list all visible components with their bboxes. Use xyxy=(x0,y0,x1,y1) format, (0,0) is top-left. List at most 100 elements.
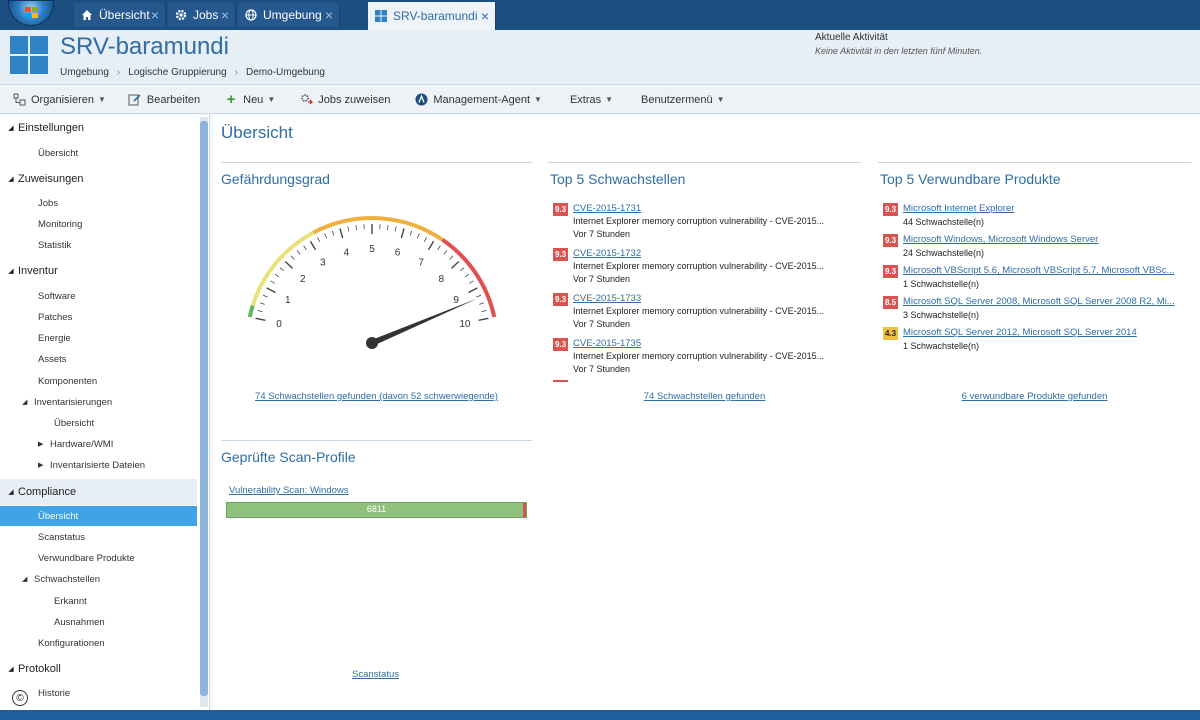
sidebar-item-compliance-overview[interactable]: Übersicht xyxy=(0,506,197,526)
gauge-minor-tick xyxy=(257,310,263,313)
product-link[interactable]: Microsoft VBScript 5.6, Microsoft VBScri… xyxy=(903,265,1193,276)
new-button[interactable]: + Neu ▼ xyxy=(218,86,281,114)
tab-environment[interactable]: Umgebung × xyxy=(238,3,340,27)
sidebar-item-assets[interactable]: Assets xyxy=(38,349,67,369)
sidebar-section-assignments[interactable]: ◢ Zuweisungen xyxy=(0,168,197,190)
sidebar-item-software[interactable]: Software xyxy=(38,286,76,306)
cve-age: Vor 7 Stunden xyxy=(573,274,631,284)
product-link[interactable]: Microsoft Internet Explorer xyxy=(903,203,1193,214)
expanded-arrow-icon: ◢ xyxy=(22,399,28,406)
gauge-minor-tick xyxy=(481,310,487,313)
scan-status-link[interactable]: Scanstatus xyxy=(352,669,399,680)
breadcrumb-item[interactable]: Umgebung xyxy=(60,67,109,78)
all-vulnerabilities-link[interactable]: 74 Schwachstellen gefunden xyxy=(548,391,861,402)
product-link[interactable]: Microsoft Windows, Microsoft Windows Ser… xyxy=(903,234,1193,245)
gauge-minor-tick xyxy=(270,280,276,284)
sidebar-section-inventory[interactable]: ◢ Inventur xyxy=(0,260,197,282)
sidebar-section-compliance[interactable]: ◢ Compliance xyxy=(0,481,197,503)
page-title: SRV-baramundi xyxy=(60,33,229,60)
sidebar-item-inventory-overview[interactable]: Übersicht xyxy=(54,413,94,433)
all-products-link[interactable]: 6 verwundbare Produkte gefunden xyxy=(878,391,1191,402)
sidebar-item-vulnerabilities[interactable]: ◢ Schwachstellen xyxy=(22,569,100,589)
edit-button[interactable]: Bearbeiten xyxy=(122,86,206,114)
sidebar-item-detected[interactable]: Erkannt xyxy=(54,591,87,611)
sidebar-item-statistics[interactable]: Statistik xyxy=(38,235,71,255)
cve-link[interactable]: CVE-2015-1735 xyxy=(573,338,641,349)
gauge-tick-label: 9 xyxy=(453,295,459,306)
sidebar-section-protocol[interactable]: ◢ Protokoll xyxy=(0,658,197,680)
product-item[interactable]: 8.5 Microsoft SQL Server 2008, Microsoft… xyxy=(883,295,1193,325)
product-item[interactable]: 4.3 Microsoft SQL Server 2012, Microsoft… xyxy=(883,326,1193,356)
breadcrumb-item[interactable]: Logische Gruppierung xyxy=(128,67,226,78)
tab-jobs[interactable]: Jobs × xyxy=(168,3,236,27)
product-vuln-count: 44 Schwachstelle(n) xyxy=(903,217,985,227)
product-item[interactable]: 9.3 Microsoft VBScript 5.6, Microsoft VB… xyxy=(883,264,1193,294)
section-label: Zuweisungen xyxy=(18,173,84,185)
cve-link[interactable]: CVE-2015-1733 xyxy=(573,293,641,304)
sidebar-item-components[interactable]: Komponenten xyxy=(38,371,97,391)
user-menu-button[interactable]: Benutzermenü ▼ xyxy=(635,86,730,114)
scan-profile-link[interactable]: Vulnerability Scan: Windows xyxy=(229,485,349,496)
windows-logo-icon xyxy=(374,9,388,23)
sidebar-item-energy[interactable]: Energie xyxy=(38,328,71,348)
scrollbar-thumb[interactable] xyxy=(200,121,208,696)
gauge-minor-tick xyxy=(347,226,350,232)
cve-link[interactable]: CVE-2015-1731 xyxy=(573,203,641,214)
sidebar-item-history[interactable]: Historie xyxy=(38,683,70,703)
assign-jobs-button[interactable]: Jobs zuweisen xyxy=(293,86,396,114)
gauge-vulnerabilities-link[interactable]: 74 Schwachstellen gefunden (davon 52 sch… xyxy=(221,391,532,402)
management-agent-button[interactable]: Management-Agent ▼ xyxy=(408,86,548,114)
sidebar-item-settings-overview[interactable]: Übersicht xyxy=(38,143,78,163)
product-item[interactable]: 9.3 Microsoft Internet Explorer 44 Schwa… xyxy=(883,202,1193,232)
sidebar-section-settings[interactable]: ◢ Einstellungen xyxy=(0,117,197,139)
gauge-band-red xyxy=(441,238,497,318)
cve-link[interactable]: CVE-2015-1732 xyxy=(573,248,641,259)
close-icon[interactable]: × xyxy=(481,8,489,24)
gauge-minor-tick xyxy=(324,233,328,239)
sidebar-item-exceptions[interactable]: Ausnahmen xyxy=(54,612,105,632)
gauge-tick-label: 10 xyxy=(459,319,471,330)
product-link[interactable]: Microsoft SQL Server 2008, Microsoft SQL… xyxy=(903,296,1193,307)
sidebar-item-jobs[interactable]: Jobs xyxy=(38,193,58,213)
close-icon[interactable]: × xyxy=(325,7,333,23)
tab-srv-baramundi[interactable]: SRV-baramundi × xyxy=(368,2,496,30)
sidebar-item-patches[interactable]: Patches xyxy=(38,307,72,327)
vulnerability-item[interactable]: 9.3 CVE-2015-1732 Internet Explorer memo… xyxy=(553,247,873,289)
extras-button[interactable]: Extras ▼ xyxy=(564,86,619,114)
sidebar-item-hardware-wmi[interactable]: ▶ Hardware/WMI xyxy=(38,434,113,454)
expanded-arrow-icon: ◢ xyxy=(8,176,14,183)
sidebar-item-configurations[interactable]: Konfigurationen xyxy=(38,633,105,653)
product-item[interactable]: 9.3 Microsoft Windows, Microsoft Windows… xyxy=(883,233,1193,263)
chevron-right-icon: › xyxy=(116,67,121,78)
close-icon[interactable]: × xyxy=(151,7,159,23)
collapsed-arrow-icon: ▶ xyxy=(38,441,44,448)
start-button[interactable] xyxy=(8,0,54,26)
sidebar-item-inventoried-files[interactable]: ▶ Inventarisierte Dateien xyxy=(38,455,145,475)
product-link[interactable]: Microsoft SQL Server 2012, Microsoft SQL… xyxy=(903,327,1193,338)
globe-icon xyxy=(244,8,258,22)
organize-button[interactable]: Organisieren ▼ xyxy=(6,86,112,114)
item-label: Schwachstellen xyxy=(34,573,101,585)
organize-icon xyxy=(12,93,26,107)
severity-badge: 9.3 xyxy=(883,203,898,216)
breadcrumb-item[interactable]: Demo-Umgebung xyxy=(246,67,325,78)
sidebar-item-vulnerable-products[interactable]: Verwundbare Produkte xyxy=(38,548,135,568)
severity-badge: 4.3 xyxy=(883,327,898,340)
gauge-minor-tick xyxy=(464,273,470,278)
cve-age: Vor 7 Stunden xyxy=(573,319,631,329)
sidebar-item-inventarisierungen[interactable]: ◢ Inventarisierungen xyxy=(22,392,112,412)
plus-icon: + xyxy=(226,91,236,108)
main-content: Übersicht Gefährdungsgrad 0 1 2 3 4 5 6 7 8 9 10 7… xyxy=(213,115,1200,710)
gauge-band-green xyxy=(247,304,255,318)
vulnerability-item[interactable]: 9.3 CVE-2015-1733 Internet Explorer memo… xyxy=(553,292,873,334)
sidebar-item-monitoring[interactable]: Monitoring xyxy=(38,214,82,234)
severity-badge: 8.5 xyxy=(883,296,898,309)
gauge-minor-tick xyxy=(387,225,389,231)
tab-overview[interactable]: Übersicht × xyxy=(74,3,166,27)
sidebar-item-scan-status[interactable]: Scanstatus xyxy=(38,527,85,547)
vulnerability-item[interactable]: 9.3 CVE-2015-1731 Internet Explorer memo… xyxy=(553,202,873,244)
close-icon[interactable]: × xyxy=(221,7,229,23)
sidebar-scrollbar[interactable] xyxy=(200,117,208,707)
gauge-tick-label: 6 xyxy=(395,247,401,258)
vulnerability-item[interactable]: 9.3 CVE-2015-1735 Internet Explorer memo… xyxy=(553,337,873,379)
